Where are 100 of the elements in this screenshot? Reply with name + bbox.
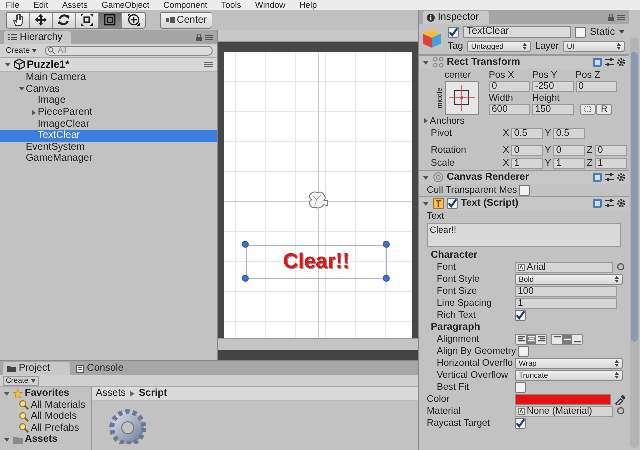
create-button[interactable]: Create — [4, 46, 40, 55]
foldout-arrow-icon[interactable] — [422, 174, 430, 182]
input-field[interactable]: 0 — [511, 145, 544, 156]
input-field[interactable]: 600 — [489, 104, 530, 115]
input-field[interactable]: 0 — [576, 81, 617, 92]
hierarchy-item[interactable]: EventSystem — [0, 142, 217, 154]
resize-handle[interactable] — [383, 241, 390, 248]
scrollbar[interactable] — [630, 38, 639, 448]
input-field[interactable]: 0 — [489, 81, 530, 92]
align-button[interactable] — [552, 334, 562, 344]
project-tab[interactable]: Project — [3, 362, 70, 375]
hierarchy-item[interactable]: PieceParent — [0, 106, 217, 118]
menu-icon[interactable] — [204, 62, 213, 68]
resize-handle[interactable] — [242, 275, 249, 282]
object-field[interactable]: Arial — [515, 262, 613, 272]
tool-button[interactable] — [30, 12, 53, 28]
input-field[interactable]: 0 — [594, 145, 627, 156]
input-field[interactable]: 1 — [511, 158, 544, 169]
menu-icon[interactable] — [205, 34, 213, 40]
foldout-arrow-icon[interactable] — [422, 117, 430, 125]
hierarchy-tab[interactable]: Hierarchy — [4, 31, 71, 44]
hierarchy-item[interactable]: ImageClear — [0, 118, 217, 130]
input-field[interactable]: 1 — [553, 158, 586, 169]
foldout-arrow-icon[interactable] — [30, 108, 38, 117]
checkbox[interactable] — [447, 198, 458, 209]
favorites-item[interactable]: All Materials — [0, 400, 91, 411]
checkbox[interactable] — [519, 184, 530, 196]
input-field[interactable]: 150 — [532, 104, 574, 115]
scrollbar-thumb[interactable] — [631, 52, 638, 342]
tool-button[interactable] — [76, 12, 99, 28]
favorites-item[interactable]: All Models — [0, 411, 91, 422]
resize-handle[interactable] — [383, 275, 390, 282]
pivot-button[interactable]: Center — [160, 12, 212, 28]
menu-item[interactable]: Tools — [222, 0, 242, 10]
text-area[interactable]: Clear!! — [427, 223, 621, 247]
lock-icon[interactable] — [196, 34, 202, 41]
help-book-icon[interactable] — [593, 199, 602, 208]
menu-item[interactable]: Assets — [62, 0, 88, 10]
inspector-tab[interactable]: Inspector — [423, 11, 490, 24]
sliders-icon[interactable] — [605, 199, 614, 208]
input-field[interactable]: 0 — [553, 145, 586, 156]
input-field[interactable]: -250 — [532, 81, 574, 92]
console-tab[interactable]: Console — [72, 362, 144, 375]
help-book-icon[interactable] — [593, 58, 602, 67]
object-picker-icon[interactable] — [617, 263, 625, 271]
hierarchy-item[interactable]: Canvas — [0, 84, 217, 96]
tool-button[interactable] — [53, 12, 76, 28]
align-button[interactable] — [562, 334, 572, 344]
foldout-arrow-icon[interactable] — [3, 436, 11, 444]
object-field[interactable]: None (Material) — [515, 406, 613, 416]
input-field[interactable]: 100 — [515, 286, 617, 296]
checkbox[interactable] — [515, 310, 526, 320]
foldout-arrow-icon[interactable] — [422, 200, 430, 208]
checkbox[interactable] — [575, 26, 586, 38]
menu-item[interactable]: Edit — [34, 0, 48, 10]
settings-icon[interactable] — [617, 199, 626, 208]
color-swatch[interactable] — [515, 394, 611, 404]
input-field[interactable]: 0.5 — [553, 128, 586, 139]
anchor-preset-button[interactable] — [445, 81, 480, 115]
name-field[interactable]: TextClear — [463, 26, 572, 38]
menu-item[interactable]: Help — [300, 0, 318, 10]
caret-icon[interactable] — [619, 30, 626, 34]
menu-item[interactable]: Component — [164, 0, 208, 10]
align-button[interactable] — [572, 334, 582, 344]
favorites-item[interactable]: Favorites — [0, 388, 91, 400]
eyedropper-icon[interactable] — [614, 394, 625, 404]
hierarchy-item[interactable]: TextClear — [0, 130, 217, 142]
hierarchy-item[interactable]: Image — [0, 95, 217, 107]
object-picker-icon[interactable] — [617, 407, 625, 415]
menu-item[interactable]: File — [6, 0, 20, 10]
settings-icon[interactable] — [617, 173, 626, 182]
hierarchy-item[interactable]: Main Camera — [0, 72, 217, 84]
tool-button[interactable] — [122, 12, 145, 28]
checkbox[interactable] — [518, 346, 530, 356]
checkbox[interactable] — [448, 26, 459, 38]
breadcrumb-item[interactable]: Script — [139, 388, 168, 399]
breadcrumb-item[interactable]: Assets — [96, 388, 126, 399]
settings-icon[interactable] — [617, 58, 626, 67]
tool-button[interactable] — [7, 12, 30, 28]
assets-item[interactable]: Assets — [0, 434, 91, 446]
sliders-icon[interactable] — [605, 173, 614, 182]
hierarchy-item[interactable]: GameManager — [0, 153, 217, 165]
menu-item[interactable]: Window — [255, 0, 286, 10]
align-button[interactable] — [516, 334, 526, 344]
checkbox[interactable] — [515, 418, 526, 428]
menu-icon[interactable] — [617, 14, 625, 20]
reset-button[interactable]: R — [596, 104, 612, 115]
lock-icon[interactable] — [608, 14, 614, 21]
foldout-arrow-icon[interactable] — [18, 85, 26, 94]
foldout-arrow-icon[interactable] — [3, 390, 11, 398]
align-button[interactable] — [536, 334, 546, 344]
menu-item[interactable]: GameObject — [102, 0, 150, 10]
foldout-arrow-icon[interactable] — [4, 60, 12, 68]
foldout-arrow-icon[interactable] — [422, 58, 430, 66]
sliders-icon[interactable] — [605, 58, 614, 67]
favorites-item[interactable]: All Prefabs — [0, 422, 91, 434]
input-field[interactable]: 1 — [594, 158, 627, 169]
search-field[interactable]: All — [45, 46, 213, 56]
input-field[interactable]: 0.5 — [511, 128, 544, 139]
help-book-icon[interactable] — [593, 173, 602, 182]
